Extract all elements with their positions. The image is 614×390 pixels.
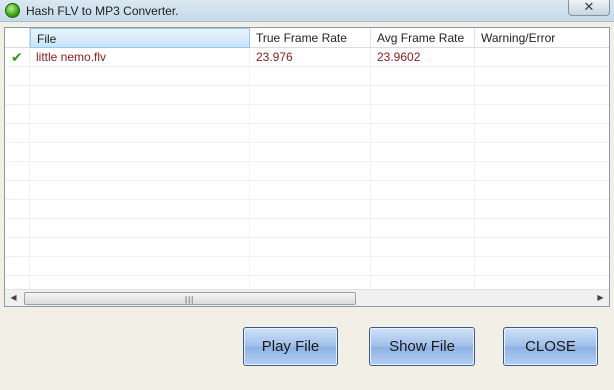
empty-row: [5, 105, 609, 124]
column-divider: [474, 48, 475, 291]
checkmark-icon: ✔: [11, 49, 23, 65]
file-name-cell: little nemo.flv: [30, 48, 250, 67]
empty-row: [5, 86, 609, 105]
column-header-status[interactable]: [5, 28, 30, 48]
empty-row: [5, 67, 609, 86]
empty-row: [5, 257, 609, 276]
column-divider: [249, 48, 250, 291]
show-file-button[interactable]: Show File: [369, 327, 475, 366]
empty-row: [5, 219, 609, 238]
scrollbar-thumb[interactable]: |||: [24, 292, 356, 305]
empty-row: [5, 238, 609, 257]
app-icon: [5, 3, 20, 18]
column-header-file[interactable]: File: [30, 28, 250, 48]
empty-row: [5, 200, 609, 219]
title-bar: Hash FLV to MP3 Converter. ✕: [0, 0, 614, 22]
column-header-true-frame-rate[interactable]: True Frame Rate: [250, 28, 371, 48]
list-rows: ✔ little nemo.flv 23.976 23.9602: [5, 48, 609, 291]
file-list[interactable]: File True Frame Rate Avg Frame Rate Warn…: [4, 27, 610, 307]
warning-error-cell: [475, 48, 609, 67]
avg-frame-rate-cell: 23.9602: [371, 48, 475, 67]
true-frame-rate-cell: 23.976: [250, 48, 371, 67]
scrollbar-grip-icon: |||: [185, 295, 195, 304]
column-divider: [370, 48, 371, 291]
column-header-warning-error[interactable]: Warning/Error: [475, 28, 609, 48]
close-button[interactable]: CLOSE: [503, 327, 598, 366]
horizontal-scrollbar[interactable]: ◀ ||| ▶: [5, 289, 609, 306]
empty-row: [5, 124, 609, 143]
empty-row: [5, 162, 609, 181]
play-file-button[interactable]: Play File: [243, 327, 338, 366]
scroll-left-arrow-icon[interactable]: ◀: [5, 290, 22, 306]
table-row[interactable]: ✔ little nemo.flv 23.976 23.9602: [5, 48, 609, 67]
scroll-right-arrow-icon[interactable]: ▶: [592, 290, 609, 306]
empty-row: [5, 181, 609, 200]
column-divider: [29, 48, 30, 291]
list-header: File True Frame Rate Avg Frame Rate Warn…: [5, 28, 609, 48]
window-title: Hash FLV to MP3 Converter.: [26, 4, 179, 18]
empty-row: [5, 143, 609, 162]
column-header-avg-frame-rate[interactable]: Avg Frame Rate: [371, 28, 475, 48]
window-close-button[interactable]: ✕: [568, 0, 610, 16]
